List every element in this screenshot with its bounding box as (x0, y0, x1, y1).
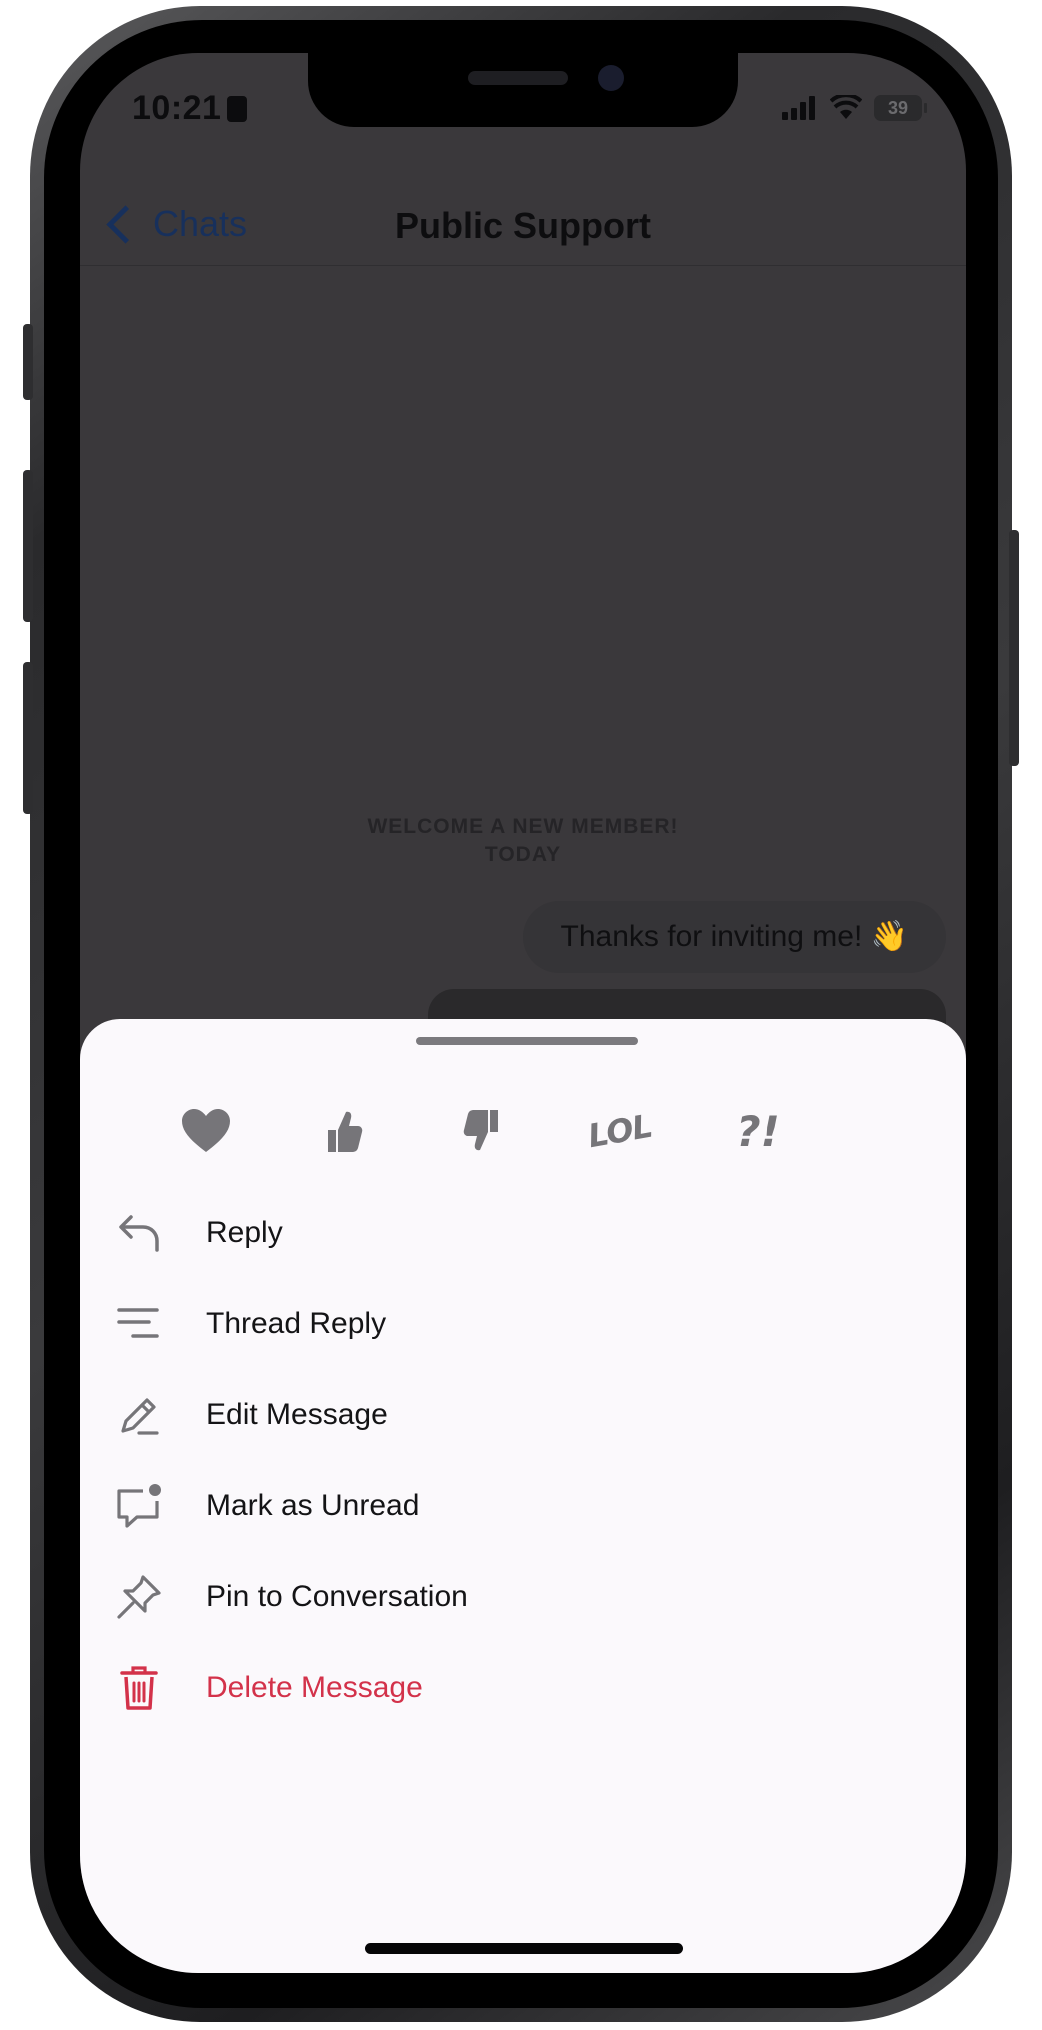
menu-label-reply: Reply (206, 1215, 283, 1249)
thumbs-up-icon (328, 1111, 363, 1152)
menu-item-mark-unread[interactable]: Mark as Unread (80, 1460, 966, 1551)
trash-icon (114, 1663, 164, 1713)
message-actions-sheet: LOL ?! Reply Thread Reply Edit Message M… (80, 1019, 966, 1973)
menu-item-delete-message[interactable]: Delete Message (80, 1642, 966, 1733)
reaction-thumbs-down[interactable] (442, 1091, 522, 1171)
menu-label-thread-reply: Thread Reply (206, 1306, 387, 1340)
front-camera (598, 65, 624, 91)
reply-arrow-icon (114, 1208, 164, 1258)
pin-icon (114, 1572, 164, 1622)
navigation-bar: Chats Public Support (80, 173, 966, 266)
menu-item-thread-reply[interactable]: Thread Reply (80, 1278, 966, 1369)
question-exclamation-label: ?! (736, 1106, 780, 1156)
reaction-thumbs-up[interactable] (304, 1091, 384, 1171)
thread-lines-icon (114, 1299, 164, 1349)
menu-label-edit-message: Edit Message (206, 1397, 388, 1431)
system-banner: WELCOME A NEW MEMBER! TODAY (80, 813, 966, 869)
cellular-signal-icon (782, 96, 818, 120)
action-button (23, 324, 33, 400)
conversation-title: Public Support (395, 205, 651, 246)
wifi-icon (830, 95, 862, 119)
volume-up-button (23, 470, 33, 622)
reaction-heart[interactable] (166, 1091, 246, 1171)
status-time: 10:21 (132, 89, 248, 128)
message-bubble[interactable]: Thanks for inviting me! 👋 (522, 901, 946, 973)
lol-label: LOL (585, 1106, 655, 1156)
banner-line-2: TODAY (484, 843, 562, 866)
power-button (1009, 530, 1019, 766)
status-bar: 10:21 39 (80, 53, 966, 173)
speaker-grille (468, 71, 568, 85)
unread-bubble-icon (114, 1481, 164, 1531)
banner-line-1: WELCOME A NEW MEMBER! (367, 815, 679, 838)
heart-icon (182, 1109, 230, 1152)
pencil-icon (114, 1390, 164, 1440)
menu-item-edit-message[interactable]: Edit Message (80, 1369, 966, 1460)
volume-down-button (23, 662, 33, 814)
thumbs-down-icon (463, 1110, 498, 1151)
sheet-grabber[interactable] (416, 1037, 638, 1045)
notch (308, 53, 738, 127)
home-indicator[interactable] (365, 1943, 683, 1954)
phone-screen: 10:21 39 Chats Public Support WELCOME A … (80, 53, 966, 1973)
reaction-lol[interactable]: LOL (580, 1091, 660, 1171)
battery-icon: 39 (874, 95, 927, 121)
menu-label-pin-conversation: Pin to Conversation (206, 1579, 468, 1613)
reaction-bar: LOL ?! (80, 1091, 966, 1171)
menu-label-mark-unread: Mark as Unread (206, 1488, 420, 1522)
menu-label-delete-message: Delete Message (206, 1670, 423, 1704)
action-menu: Reply Thread Reply Edit Message Mark as … (80, 1187, 966, 1733)
menu-item-pin-conversation[interactable]: Pin to Conversation (80, 1551, 966, 1642)
menu-item-reply[interactable]: Reply (80, 1187, 966, 1278)
status-indicators: 39 (782, 95, 927, 121)
reaction-question-exclamation[interactable]: ?! (718, 1091, 798, 1171)
focus-badge-icon (227, 96, 248, 122)
